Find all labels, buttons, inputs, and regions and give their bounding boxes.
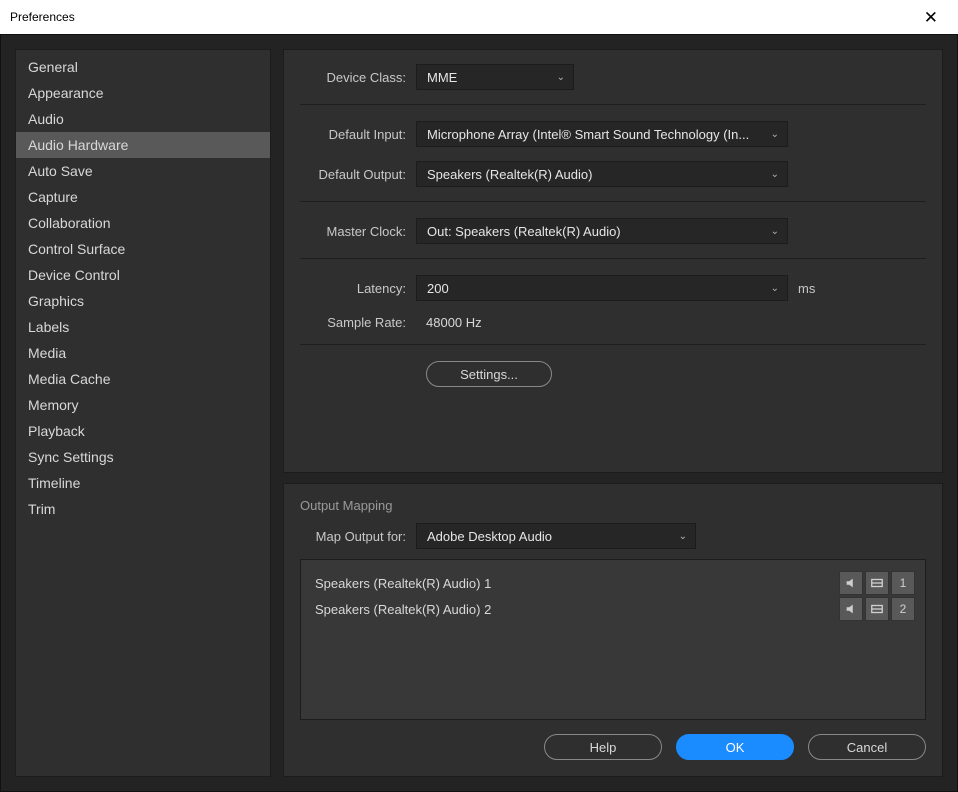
sidebar-item-memory[interactable]: Memory: [16, 392, 270, 418]
window-title: Preferences: [10, 10, 75, 24]
sidebar-item-audio[interactable]: Audio: [16, 106, 270, 132]
output-mapping-panel: Output Mapping Map Output for: Adobe Des…: [283, 483, 943, 777]
divider: [300, 258, 926, 259]
default-input-label: Default Input:: [300, 127, 416, 142]
latency-value: 200: [427, 281, 449, 296]
map-output-select[interactable]: Adobe Desktop Audio ⌄: [416, 523, 696, 549]
map-output-label: Map Output for:: [300, 529, 416, 544]
sidebar-item-media-cache[interactable]: Media Cache: [16, 366, 270, 392]
sidebar-item-sync-settings[interactable]: Sync Settings: [16, 444, 270, 470]
default-output-value: Speakers (Realtek(R) Audio): [427, 167, 592, 182]
sidebar-item-media[interactable]: Media: [16, 340, 270, 366]
chevron-down-icon: ⌄: [771, 169, 779, 180]
chevron-down-icon: ⌄: [679, 531, 687, 542]
sidebar-item-trim[interactable]: Trim: [16, 496, 270, 522]
mapping-row-icons: 1: [839, 571, 915, 595]
device-class-select[interactable]: MME ⌄: [416, 64, 574, 90]
mapping-row-name: Speakers (Realtek(R) Audio) 1: [311, 576, 491, 591]
speaker-icon[interactable]: [839, 571, 863, 595]
default-input-value: Microphone Array (Intel® Smart Sound Tec…: [427, 127, 749, 142]
master-clock-select[interactable]: Out: Speakers (Realtek(R) Audio) ⌄: [416, 218, 788, 244]
cancel-button[interactable]: Cancel: [808, 734, 926, 760]
sidebar-item-playback[interactable]: Playback: [16, 418, 270, 444]
ok-button[interactable]: OK: [676, 734, 794, 760]
latency-label: Latency:: [300, 281, 416, 296]
route-icon[interactable]: [865, 597, 889, 621]
speaker-icon[interactable]: [839, 597, 863, 621]
channel-number[interactable]: 1: [891, 571, 915, 595]
footer-buttons: Help OK Cancel: [300, 720, 926, 760]
device-class-label: Device Class:: [300, 70, 416, 85]
chevron-down-icon: ⌄: [771, 129, 779, 140]
sidebar: GeneralAppearanceAudioAudio HardwareAuto…: [15, 49, 271, 777]
channel-number[interactable]: 2: [891, 597, 915, 621]
close-icon[interactable]: ✕: [916, 5, 946, 30]
sidebar-item-collaboration[interactable]: Collaboration: [16, 210, 270, 236]
sidebar-item-control-surface[interactable]: Control Surface: [16, 236, 270, 262]
device-class-value: MME: [427, 70, 457, 85]
sample-rate-label: Sample Rate:: [300, 315, 416, 330]
sidebar-item-labels[interactable]: Labels: [16, 314, 270, 340]
chevron-down-icon: ⌄: [771, 283, 779, 294]
titlebar: Preferences ✕: [0, 0, 958, 34]
mapping-list: Speakers (Realtek(R) Audio) 11Speakers (…: [300, 559, 926, 720]
route-icon[interactable]: [865, 571, 889, 595]
sidebar-item-auto-save[interactable]: Auto Save: [16, 158, 270, 184]
mapping-row: Speakers (Realtek(R) Audio) 1 1: [311, 570, 915, 596]
sidebar-item-appearance[interactable]: Appearance: [16, 80, 270, 106]
latency-unit: ms: [798, 281, 815, 296]
sample-rate-value: 48000 Hz: [416, 315, 482, 330]
master-clock-value: Out: Speakers (Realtek(R) Audio): [427, 224, 621, 239]
help-button[interactable]: Help: [544, 734, 662, 760]
mapping-row: Speakers (Realtek(R) Audio) 2 2: [311, 596, 915, 622]
sidebar-item-device-control[interactable]: Device Control: [16, 262, 270, 288]
sidebar-item-capture[interactable]: Capture: [16, 184, 270, 210]
sidebar-item-general[interactable]: General: [16, 54, 270, 80]
sidebar-item-timeline[interactable]: Timeline: [16, 470, 270, 496]
divider: [300, 104, 926, 105]
divider: [300, 344, 926, 345]
mapping-row-name: Speakers (Realtek(R) Audio) 2: [311, 602, 491, 617]
main-content: Device Class: MME ⌄ Default Input: Micro…: [283, 49, 943, 777]
audio-hardware-panel: Device Class: MME ⌄ Default Input: Micro…: [283, 49, 943, 473]
default-input-select[interactable]: Microphone Array (Intel® Smart Sound Tec…: [416, 121, 788, 147]
sidebar-item-graphics[interactable]: Graphics: [16, 288, 270, 314]
default-output-label: Default Output:: [300, 167, 416, 182]
chevron-down-icon: ⌄: [557, 72, 565, 83]
default-output-select[interactable]: Speakers (Realtek(R) Audio) ⌄: [416, 161, 788, 187]
output-mapping-title: Output Mapping: [300, 498, 926, 513]
settings-button[interactable]: Settings...: [426, 361, 552, 387]
master-clock-label: Master Clock:: [300, 224, 416, 239]
sidebar-item-audio-hardware[interactable]: Audio Hardware: [16, 132, 270, 158]
latency-select[interactable]: 200 ⌄: [416, 275, 788, 301]
divider: [300, 201, 926, 202]
mapping-row-icons: 2: [839, 597, 915, 621]
dialog-body: GeneralAppearanceAudioAudio HardwareAuto…: [0, 34, 958, 792]
map-output-value: Adobe Desktop Audio: [427, 529, 552, 544]
chevron-down-icon: ⌄: [771, 226, 779, 237]
